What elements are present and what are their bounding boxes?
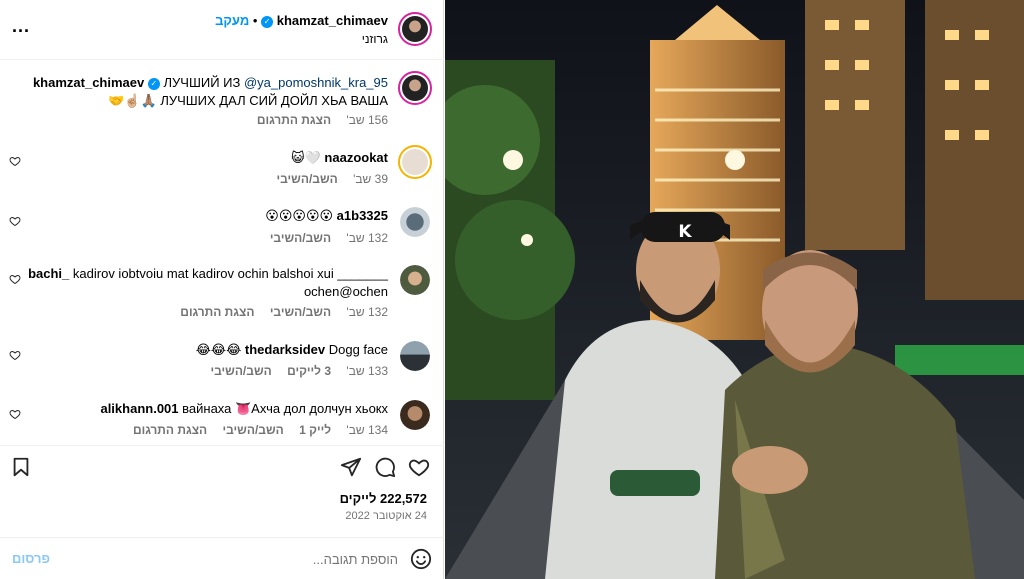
comment-username[interactable]: naazookat xyxy=(324,150,388,165)
reply-button[interactable]: השב/השיבי xyxy=(210,364,271,378)
comment-text: bachi_ kadirov iobtvoiu mat kadirov ochi… xyxy=(18,265,388,301)
caption: khamzat_chimaev ✓ ЛУЧШИЙ ИЗ @ya_pomoshni… xyxy=(0,61,444,131)
translate-button[interactable]: הצגת התרגום xyxy=(180,305,254,319)
comment-username[interactable]: bachi_ xyxy=(28,266,69,281)
comment-meta: 132 שב' השב/השיבי xyxy=(258,231,388,245)
like-comment-icon[interactable] xyxy=(9,273,21,285)
action-bar xyxy=(0,445,444,485)
add-comment-bar: פרסום xyxy=(0,537,444,579)
comment-body: вайнаха 👅Ахча дол долчун хьокх xyxy=(182,401,388,416)
comment-avatar[interactable] xyxy=(400,207,430,237)
reply-button[interactable]: השב/השיבי xyxy=(270,305,331,319)
caption-line2: ЛУЧШИХ ДАЛ СИЙ ДОЙЛ ХЬА ВАША 🙏🏽☝🏼🤝 xyxy=(108,93,388,108)
comment-text: naazookat 🤍😺 xyxy=(18,149,388,167)
comment-body: 😮😮😮😮😮 xyxy=(265,208,334,223)
post-date: 24 אוקטובר 2022 xyxy=(345,510,427,522)
caption-mention[interactable]: @ya_pomoshnik_kra_95 xyxy=(244,75,388,90)
follow-button[interactable]: מעקב xyxy=(215,13,249,28)
comment-avatar[interactable] xyxy=(398,145,432,179)
comment-item: a1b3325 😮😮😮😮😮 132 שב' השב/השיבי xyxy=(0,199,444,257)
like-comment-icon[interactable] xyxy=(9,215,21,227)
comment-icon[interactable] xyxy=(374,456,396,478)
comment-avatar[interactable] xyxy=(400,400,430,430)
dot-separator: • xyxy=(252,13,258,28)
comment-text: thedarksidev Dogg face 😂😂😂 xyxy=(18,341,388,359)
comment-avatar[interactable] xyxy=(400,265,430,295)
comment-input[interactable] xyxy=(60,547,398,571)
caption-translate[interactable]: הצגת התרגום xyxy=(257,113,331,127)
author-avatar[interactable] xyxy=(398,12,432,46)
comment-time[interactable]: 134 שב' xyxy=(346,423,388,437)
comment-likes[interactable]: 3 לייקים xyxy=(287,364,331,378)
reply-button[interactable]: השב/השיבי xyxy=(222,423,283,437)
like-icon[interactable] xyxy=(408,456,430,478)
comment-meta: 133 שב' 3 לייקים השב/השיבי xyxy=(198,364,388,378)
verified-icon: ✓ xyxy=(261,15,274,28)
comment-text: alikhann.001 вайнаха 👅Ахча дол долчун хь… xyxy=(18,400,388,418)
post-details-panel: ... khamzat_chimaev ✓ • מעקב גרוזני kham… xyxy=(0,0,444,579)
comment-time[interactable]: 133 שב' xyxy=(346,364,388,378)
verified-icon: ✓ xyxy=(147,77,160,90)
post-photo-illustration: K xyxy=(445,0,1024,579)
translate-button[interactable]: הצגת התרגום xyxy=(133,423,207,437)
comment-time[interactable]: 39 שב' xyxy=(353,172,388,186)
save-icon[interactable] xyxy=(10,456,32,478)
comment-item: bachi_ kadirov iobtvoiu mat kadirov ochi… xyxy=(0,257,444,327)
reply-button[interactable]: השב/השיבי xyxy=(276,172,337,186)
post-comment-button[interactable]: פרסום xyxy=(12,551,50,566)
caption-avatar[interactable] xyxy=(398,71,432,105)
comment-time[interactable]: 132 שב' xyxy=(346,231,388,245)
post-header: ... khamzat_chimaev ✓ • מעקב גרוזני xyxy=(0,0,444,60)
caption-username[interactable]: khamzat_chimaev xyxy=(33,75,144,90)
share-icon[interactable] xyxy=(340,456,362,478)
reply-button[interactable]: השב/השיבי xyxy=(270,231,331,245)
like-comment-icon[interactable] xyxy=(9,408,21,420)
comment-meta: 132 שב' השב/השיבי הצגת התרגום xyxy=(168,305,388,319)
like-comment-icon[interactable] xyxy=(9,155,21,167)
comment-body: 🤍😺 xyxy=(291,150,321,165)
comment-item: alikhann.001 вайнаха 👅Ахча дол долчун хь… xyxy=(0,392,444,445)
cap-letter: K xyxy=(678,222,692,242)
comment-username[interactable]: thedarksidev xyxy=(245,342,325,357)
emoji-icon[interactable] xyxy=(410,548,432,570)
comment-avatar[interactable] xyxy=(400,341,430,371)
comment-username[interactable]: alikhann.001 xyxy=(100,401,178,416)
header-line: khamzat_chimaev ✓ • מעקב xyxy=(215,13,388,28)
comment-body: kadirov iobtvoiu mat kadirov ochin balsh… xyxy=(72,266,388,299)
caption-meta: 156 שב' הצגת התרגום xyxy=(245,113,388,127)
caption-text: khamzat_chimaev ✓ ЛУЧШИЙ ИЗ @ya_pomoshni… xyxy=(18,74,388,110)
caption-time[interactable]: 156 שב' xyxy=(346,113,388,127)
like-comment-icon[interactable] xyxy=(9,349,21,361)
caption-line1: ЛУЧШИЙ ИЗ xyxy=(163,75,241,90)
comment-meta: 39 שב' השב/השיבי xyxy=(264,172,388,186)
comment-time[interactable]: 132 שב' xyxy=(346,305,388,319)
comment-item: thedarksidev Dogg face 😂😂😂 133 שב' 3 ליי… xyxy=(0,333,444,391)
location-label[interactable]: גרוזני xyxy=(362,32,388,46)
comment-meta: 134 שב' לייק 1 השב/השיבי הצגת התרגום xyxy=(121,423,388,437)
author-username[interactable]: khamzat_chimaev xyxy=(277,13,388,28)
likes-count[interactable]: 222,572 לייקים xyxy=(340,491,427,506)
comment-username[interactable]: a1b3325 xyxy=(337,208,388,223)
comment-item: naazookat 🤍😺 39 שב' השב/השיבי xyxy=(0,139,444,197)
comment-likes[interactable]: לייק 1 xyxy=(299,423,331,437)
comment-text: a1b3325 😮😮😮😮😮 xyxy=(18,207,388,225)
post-photo[interactable]: K xyxy=(445,0,1024,579)
more-options-button[interactable]: ... xyxy=(12,16,30,37)
comments-list[interactable]: khamzat_chimaev ✓ ЛУЧШИЙ ИЗ @ya_pomoshni… xyxy=(0,61,444,445)
